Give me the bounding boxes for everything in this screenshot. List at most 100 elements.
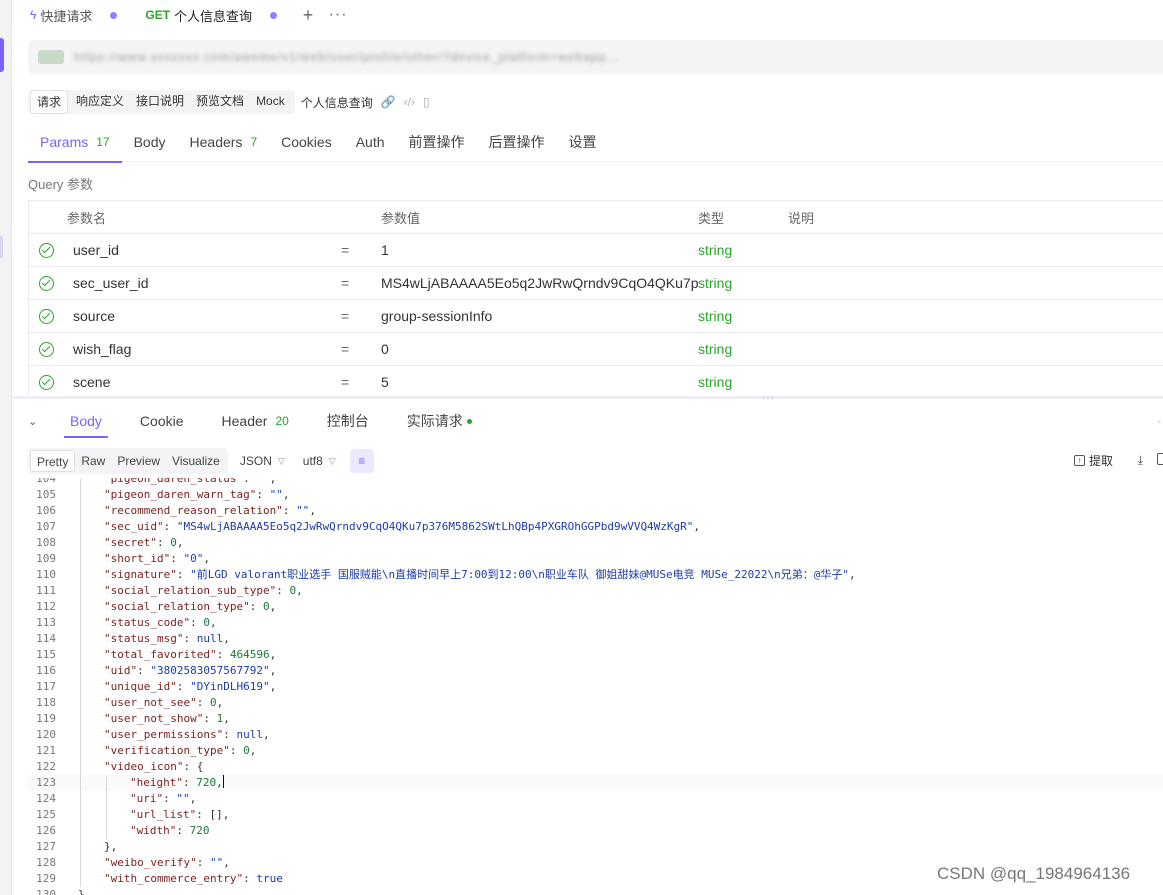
row-checkbox[interactable] xyxy=(29,242,63,258)
row-checkbox[interactable] xyxy=(29,308,63,324)
param-name[interactable]: user_id xyxy=(63,242,341,258)
collapse-chevron-icon[interactable]: ⌄ xyxy=(28,415,48,428)
tab-pre-operations[interactable]: 前置操作 xyxy=(397,128,477,162)
api-name[interactable]: 个人信息查询 xyxy=(301,94,373,111)
param-type[interactable]: string xyxy=(698,374,788,390)
code-line[interactable]: 112 "social_relation_type": 0, xyxy=(28,599,1163,615)
download-icon[interactable]: ⤓ xyxy=(1138,453,1143,468)
param-name[interactable]: wish_flag xyxy=(63,341,341,357)
param-value[interactable]: MS4wLjABAAAA5Eo5q2JwRwQrndv9CqO4QKu7p376… xyxy=(381,275,698,291)
link-icon[interactable]: 🔗 xyxy=(381,95,396,109)
code-line[interactable]: 118 "user_not_see": 0, xyxy=(28,695,1163,711)
more-icon[interactable]: ··· xyxy=(323,6,353,24)
tab-params[interactable]: Params 17 xyxy=(28,128,122,163)
code-icon[interactable]: ‹/› xyxy=(404,95,415,109)
code-token: 0 xyxy=(209,696,217,709)
param-type[interactable]: string xyxy=(698,308,788,324)
code-line[interactable]: 125 "url_list": [], xyxy=(28,807,1163,823)
code-line[interactable]: 107 "sec_uid": "MS4wLjABAAAA5Eo5q2JwRwQrn… xyxy=(28,519,1163,535)
code-line[interactable]: 127}, xyxy=(28,839,1163,855)
response-code-viewer[interactable]: 104 "pigeon_daren_status": "", 105 "pigeon_… xyxy=(28,478,1163,895)
view-preview-button[interactable]: Preview xyxy=(111,450,166,472)
code-line[interactable]: 108 "secret": 0, xyxy=(28,535,1163,551)
code-line[interactable]: 114 "status_msg": null, xyxy=(28,631,1163,647)
param-type[interactable]: string xyxy=(698,242,788,258)
copy-icon[interactable] xyxy=(1157,453,1163,465)
param-name[interactable]: scene xyxy=(63,374,341,390)
panel-icon[interactable]: ▯ xyxy=(423,95,430,109)
panel-resize-handle[interactable] xyxy=(12,396,1163,399)
param-value[interactable]: group-sessionInfo xyxy=(381,308,698,324)
code-line[interactable]: 121 "verification_type": 0, xyxy=(28,743,1163,759)
row-checkbox[interactable] xyxy=(29,341,63,357)
tab-auth[interactable]: Auth xyxy=(344,128,397,162)
code-line[interactable]: 104 "pigeon_daren_status": "", xyxy=(28,478,1163,487)
row-checkbox[interactable] xyxy=(29,275,63,291)
code-line[interactable]: 123 "height": 720, xyxy=(28,775,1163,791)
line-number: 120 xyxy=(36,728,56,741)
url-bar[interactable]: https://www.xxxxxxx.com/aweme/v1/web/use… xyxy=(28,40,1163,74)
encoding-select[interactable]: utf8 ▽ xyxy=(303,454,336,468)
response-tab-cookie[interactable]: Cookie xyxy=(128,404,196,438)
tab-post-operations[interactable]: 后置操作 xyxy=(477,128,557,162)
url-input[interactable]: https://www.xxxxxxx.com/aweme/v1/web/use… xyxy=(74,50,619,64)
view-pretty-button[interactable]: Pretty xyxy=(30,450,76,472)
code-token: : xyxy=(256,488,270,501)
code-line[interactable]: 124 "uri": "", xyxy=(28,791,1163,807)
sub-tab-api-doc[interactable]: 接口说明 xyxy=(132,90,188,114)
tab-cookies[interactable]: Cookies xyxy=(269,128,344,162)
code-line[interactable]: 109 "short_id": "0", xyxy=(28,551,1163,567)
code-line[interactable]: 105 "pigeon_daren_warn_tag": "", xyxy=(28,487,1163,503)
param-value[interactable]: 1 xyxy=(381,242,698,258)
code-line[interactable]: 113 "status_code": 0, xyxy=(28,615,1163,631)
code-token: : xyxy=(249,600,263,613)
sub-tab-request[interactable]: 请求 xyxy=(30,90,69,114)
view-visualize-button[interactable]: Visualize xyxy=(166,450,226,472)
sub-tab-preview-doc[interactable]: 预览文档 xyxy=(192,90,248,114)
response-tab-header[interactable]: Header 20 xyxy=(210,404,301,438)
word-wrap-button[interactable]: ≡ xyxy=(349,449,374,473)
row-checkbox[interactable] xyxy=(29,374,63,390)
sub-tab-mock[interactable]: Mock xyxy=(252,90,289,114)
code-line[interactable]: 126 "width": 720 xyxy=(28,823,1163,839)
environment-icon[interactable] xyxy=(38,50,64,64)
param-value[interactable]: 0 xyxy=(381,341,698,357)
indent-guide xyxy=(80,727,81,743)
code-line[interactable]: 122 "video_icon": { xyxy=(28,759,1163,775)
tab-quick-request[interactable]: ϟ 快捷请求 xyxy=(12,0,127,30)
code-line[interactable]: 106 "recommend_reason_relation": "", xyxy=(28,503,1163,519)
code-line[interactable]: 130} xyxy=(28,887,1163,895)
resize-grip-icon[interactable]: ··· xyxy=(762,392,775,403)
code-text: "sec_uid": "MS4wLjABAAAA5Eo5q2JwRwQrndv9… xyxy=(56,519,700,535)
indent-guide xyxy=(80,679,81,695)
code-line[interactable]: 116 "uid": "3802583057567792", xyxy=(28,663,1163,679)
tab-body[interactable]: Body xyxy=(122,128,178,162)
line-number: 122 xyxy=(36,760,56,773)
code-line[interactable]: 115 "total_favorited": 464596, xyxy=(28,647,1163,663)
format-select[interactable]: JSON ▽ xyxy=(240,454,285,468)
new-tab-button[interactable]: + xyxy=(293,5,323,26)
response-tab-console[interactable]: 控制台 xyxy=(315,404,381,438)
param-name[interactable]: sec_user_id xyxy=(63,275,341,291)
code-line[interactable]: 119 "user_not_show": 1, xyxy=(28,711,1163,727)
tab-headers[interactable]: Headers 7 xyxy=(178,128,270,162)
sub-tab-response-definition[interactable]: 响应定义 xyxy=(72,90,128,114)
param-type[interactable]: string xyxy=(698,341,788,357)
extract-icon: ↑ xyxy=(1073,455,1085,466)
code-token: : xyxy=(229,744,244,757)
tab-settings[interactable]: 设置 xyxy=(557,128,609,162)
view-raw-button[interactable]: Raw xyxy=(75,450,111,472)
line-number: 128 xyxy=(36,856,56,869)
response-tab-body[interactable]: Body xyxy=(58,404,114,438)
param-value[interactable]: 5 xyxy=(381,374,698,390)
code-line[interactable]: 111 "social_relation_sub_type": 0, xyxy=(28,583,1163,599)
code-line[interactable]: 120 "user_permissions": null, xyxy=(28,727,1163,743)
extract-button[interactable]: ↑ 提取 xyxy=(1073,452,1113,469)
check-circle-icon xyxy=(38,308,54,324)
tab-profile-query[interactable]: GET 个人信息查询 xyxy=(127,0,287,30)
response-tab-actual-request[interactable]: 实际请求 xyxy=(395,404,484,438)
code-line[interactable]: 117 "unique_id": "DYinDLH619", xyxy=(28,679,1163,695)
param-name[interactable]: source xyxy=(63,308,341,324)
code-line[interactable]: 110 "signature": "前LGD valorant职业选手 国服贼能\… xyxy=(28,567,1163,583)
param-type[interactable]: string xyxy=(698,275,788,291)
